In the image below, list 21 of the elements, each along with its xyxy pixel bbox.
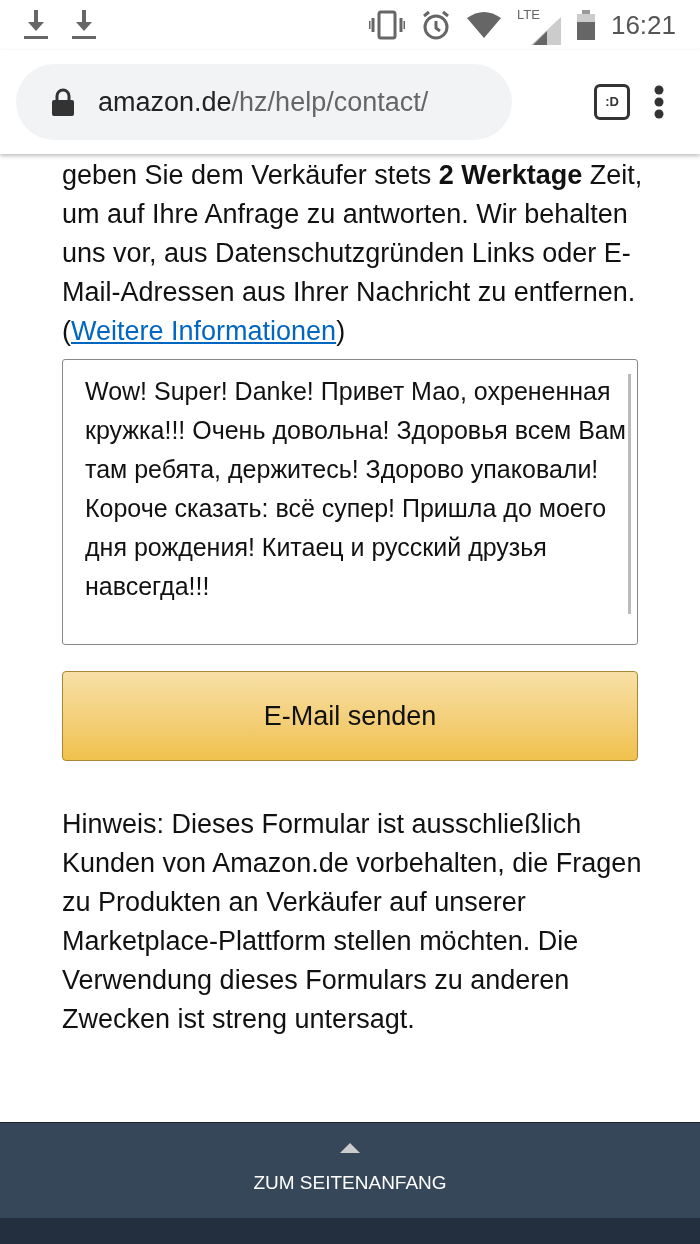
back-to-top-button[interactable]: ZUM SEITENANFANG (0, 1122, 700, 1218)
address-bar[interactable]: amazon.de/hz/help/contact/ (16, 64, 512, 140)
wifi-icon (466, 12, 501, 38)
signal-icon (530, 17, 561, 45)
vibrate-icon (368, 10, 405, 40)
more-info-link[interactable]: Weitere Informationen (71, 316, 337, 346)
url-text: amazon.de/hz/help/contact/ (98, 85, 429, 119)
alarm-icon (420, 10, 451, 40)
clock-time: 16:21 (610, 8, 676, 42)
download-icon (24, 10, 48, 40)
network-label: LTE (516, 6, 540, 24)
intro-paragraph: geben Sie dem Verkäufer stets 2 Werktage Zeit, um auf Ihre Anfrage zu antworten. Wir behalten uns vor, aus Datenschutzgründen Links oder E-Mail-Adressen aus Ihrer Nachricht zu entfernen. (Weitere Informationen) (62, 159, 644, 348)
tab-switcher[interactable]: :D (594, 84, 630, 120)
battery-icon (576, 10, 595, 40)
caret-up-icon (340, 1143, 360, 1154)
message-field[interactable]: Wow! Super! Danke! Привет Мао, охрененная кружка!!! Очень довольна! Здоровья всем Вам там ребята, держитесь! Здорово упаковали! Короче сказать: всё супер! Пришла до моего дня рождения! Китаец и русский друзья навсегда!!! (62, 359, 638, 645)
notice-paragraph: Hinweis: Dieses Formular ist ausschließlich Kunden von Amazon.de vorbehalten, die Fragen zu Produkten an Verkäufer auf unserer Marketplace-Plattform stellen möchten. Die Verwendung dieses Formulars zu anderen Zwecken ist streng untersagt. (62, 808, 643, 1036)
download-icon (72, 10, 96, 40)
lock-icon (52, 88, 74, 116)
send-email-button[interactable]: E-Mail senden (62, 671, 638, 761)
menu-icon[interactable] (654, 85, 664, 119)
